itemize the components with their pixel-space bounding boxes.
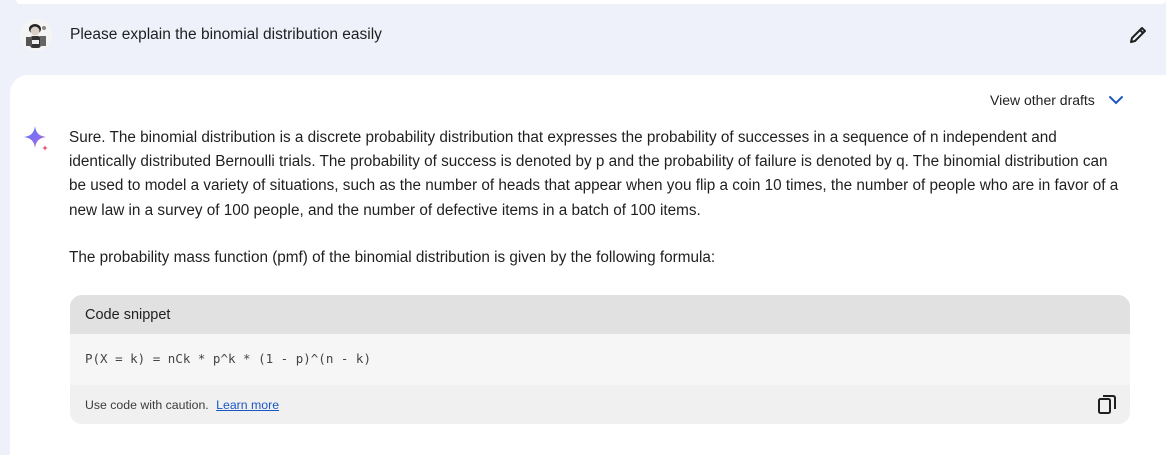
previous-card-edge bbox=[16, 0, 1166, 4]
user-avatar[interactable] bbox=[20, 19, 52, 51]
chevron-down-icon bbox=[1108, 96, 1123, 105]
copy-code-button[interactable] bbox=[1098, 395, 1116, 415]
code-snippet-block: Code snippet P(X = k) = nCk * p^k * (1 -… bbox=[70, 295, 1130, 424]
edit-prompt-button[interactable] bbox=[1127, 24, 1149, 46]
code-snippet-footer: Use code with caution. Learn more bbox=[70, 385, 1130, 424]
gemini-sparkle-icon bbox=[24, 126, 48, 151]
pencil-icon bbox=[1130, 27, 1146, 43]
view-other-drafts-label: View other drafts bbox=[990, 92, 1095, 108]
learn-more-link[interactable]: Learn more bbox=[216, 398, 279, 412]
prompt-text: Please explain the binomial distribution… bbox=[70, 26, 382, 43]
avatar-illustration-icon bbox=[20, 19, 52, 51]
code-snippet-content[interactable]: P(X = k) = nCk * p^k * (1 - p)^(n - k) bbox=[70, 334, 1130, 385]
prompt-bar: Please explain the binomial distribution… bbox=[0, 0, 1166, 72]
code-snippet-header: Code snippet bbox=[70, 295, 1130, 334]
view-other-drafts-button[interactable]: View other drafts bbox=[990, 91, 1125, 109]
code-caution-text: Use code with caution. bbox=[85, 398, 209, 412]
response-paragraph-2: The probability mass function (pmf) of t… bbox=[69, 249, 716, 266]
response-card: View other drafts Sure. The binomial dis… bbox=[10, 75, 1166, 455]
response-paragraph-1: Sure. The binomial distribution is a dis… bbox=[69, 129, 1119, 219]
